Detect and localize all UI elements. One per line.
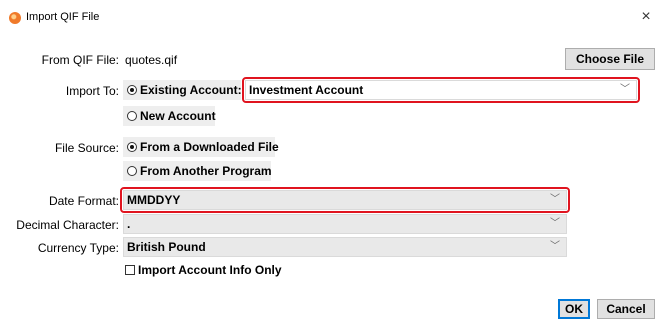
date-format-highlight	[120, 187, 570, 213]
another-program-label: From Another Program	[140, 164, 272, 178]
qif-app-icon	[9, 12, 21, 24]
from-file-label: From QIF File:	[41, 53, 119, 67]
chevron-down-icon: ﹀	[550, 241, 560, 252]
currency-value: British Pound	[127, 240, 206, 254]
radio-selected-icon	[127, 142, 137, 152]
currency-select[interactable]: British Pound ﹀	[123, 237, 567, 257]
window-title: Import QIF File	[26, 11, 100, 23]
decimal-value: .	[127, 217, 131, 231]
file-name-value: quotes.qif	[125, 53, 178, 67]
decimal-select[interactable]: . ﹀	[123, 214, 567, 234]
account-highlight	[242, 77, 640, 103]
downloaded-file-radio[interactable]: From a Downloaded File	[123, 137, 279, 157]
import-to-label: Import To:	[65, 84, 119, 98]
date-format-label: Date Format:	[48, 194, 119, 208]
new-account-label: New Account	[140, 109, 216, 123]
close-icon[interactable]: ×	[636, 8, 656, 28]
ok-button[interactable]: OK	[558, 299, 590, 319]
choose-file-button[interactable]: Choose File	[565, 48, 655, 70]
decimal-label: Decimal Character:	[16, 218, 119, 232]
existing-account-label: Existing Account:	[140, 83, 242, 97]
title-bar: Import QIF File ×	[0, 0, 664, 36]
chevron-down-icon: ﹀	[550, 218, 560, 229]
existing-account-radio[interactable]: Existing Account:	[123, 80, 242, 100]
account-info-only-checkbox[interactable]: Import Account Info Only	[125, 262, 282, 278]
radio-selected-icon	[127, 85, 137, 95]
downloaded-file-label: From a Downloaded File	[140, 140, 279, 154]
currency-label: Currency Type:	[37, 241, 119, 255]
radio-unselected-icon	[127, 111, 137, 121]
cancel-button[interactable]: Cancel	[597, 299, 655, 319]
radio-unselected-icon	[127, 166, 137, 176]
another-program-radio[interactable]: From Another Program	[123, 161, 272, 181]
account-info-only-label: Import Account Info Only	[138, 263, 282, 277]
file-source-label: File Source:	[54, 141, 119, 155]
new-account-radio[interactable]: New Account	[123, 106, 216, 126]
checkbox-icon	[125, 265, 135, 275]
